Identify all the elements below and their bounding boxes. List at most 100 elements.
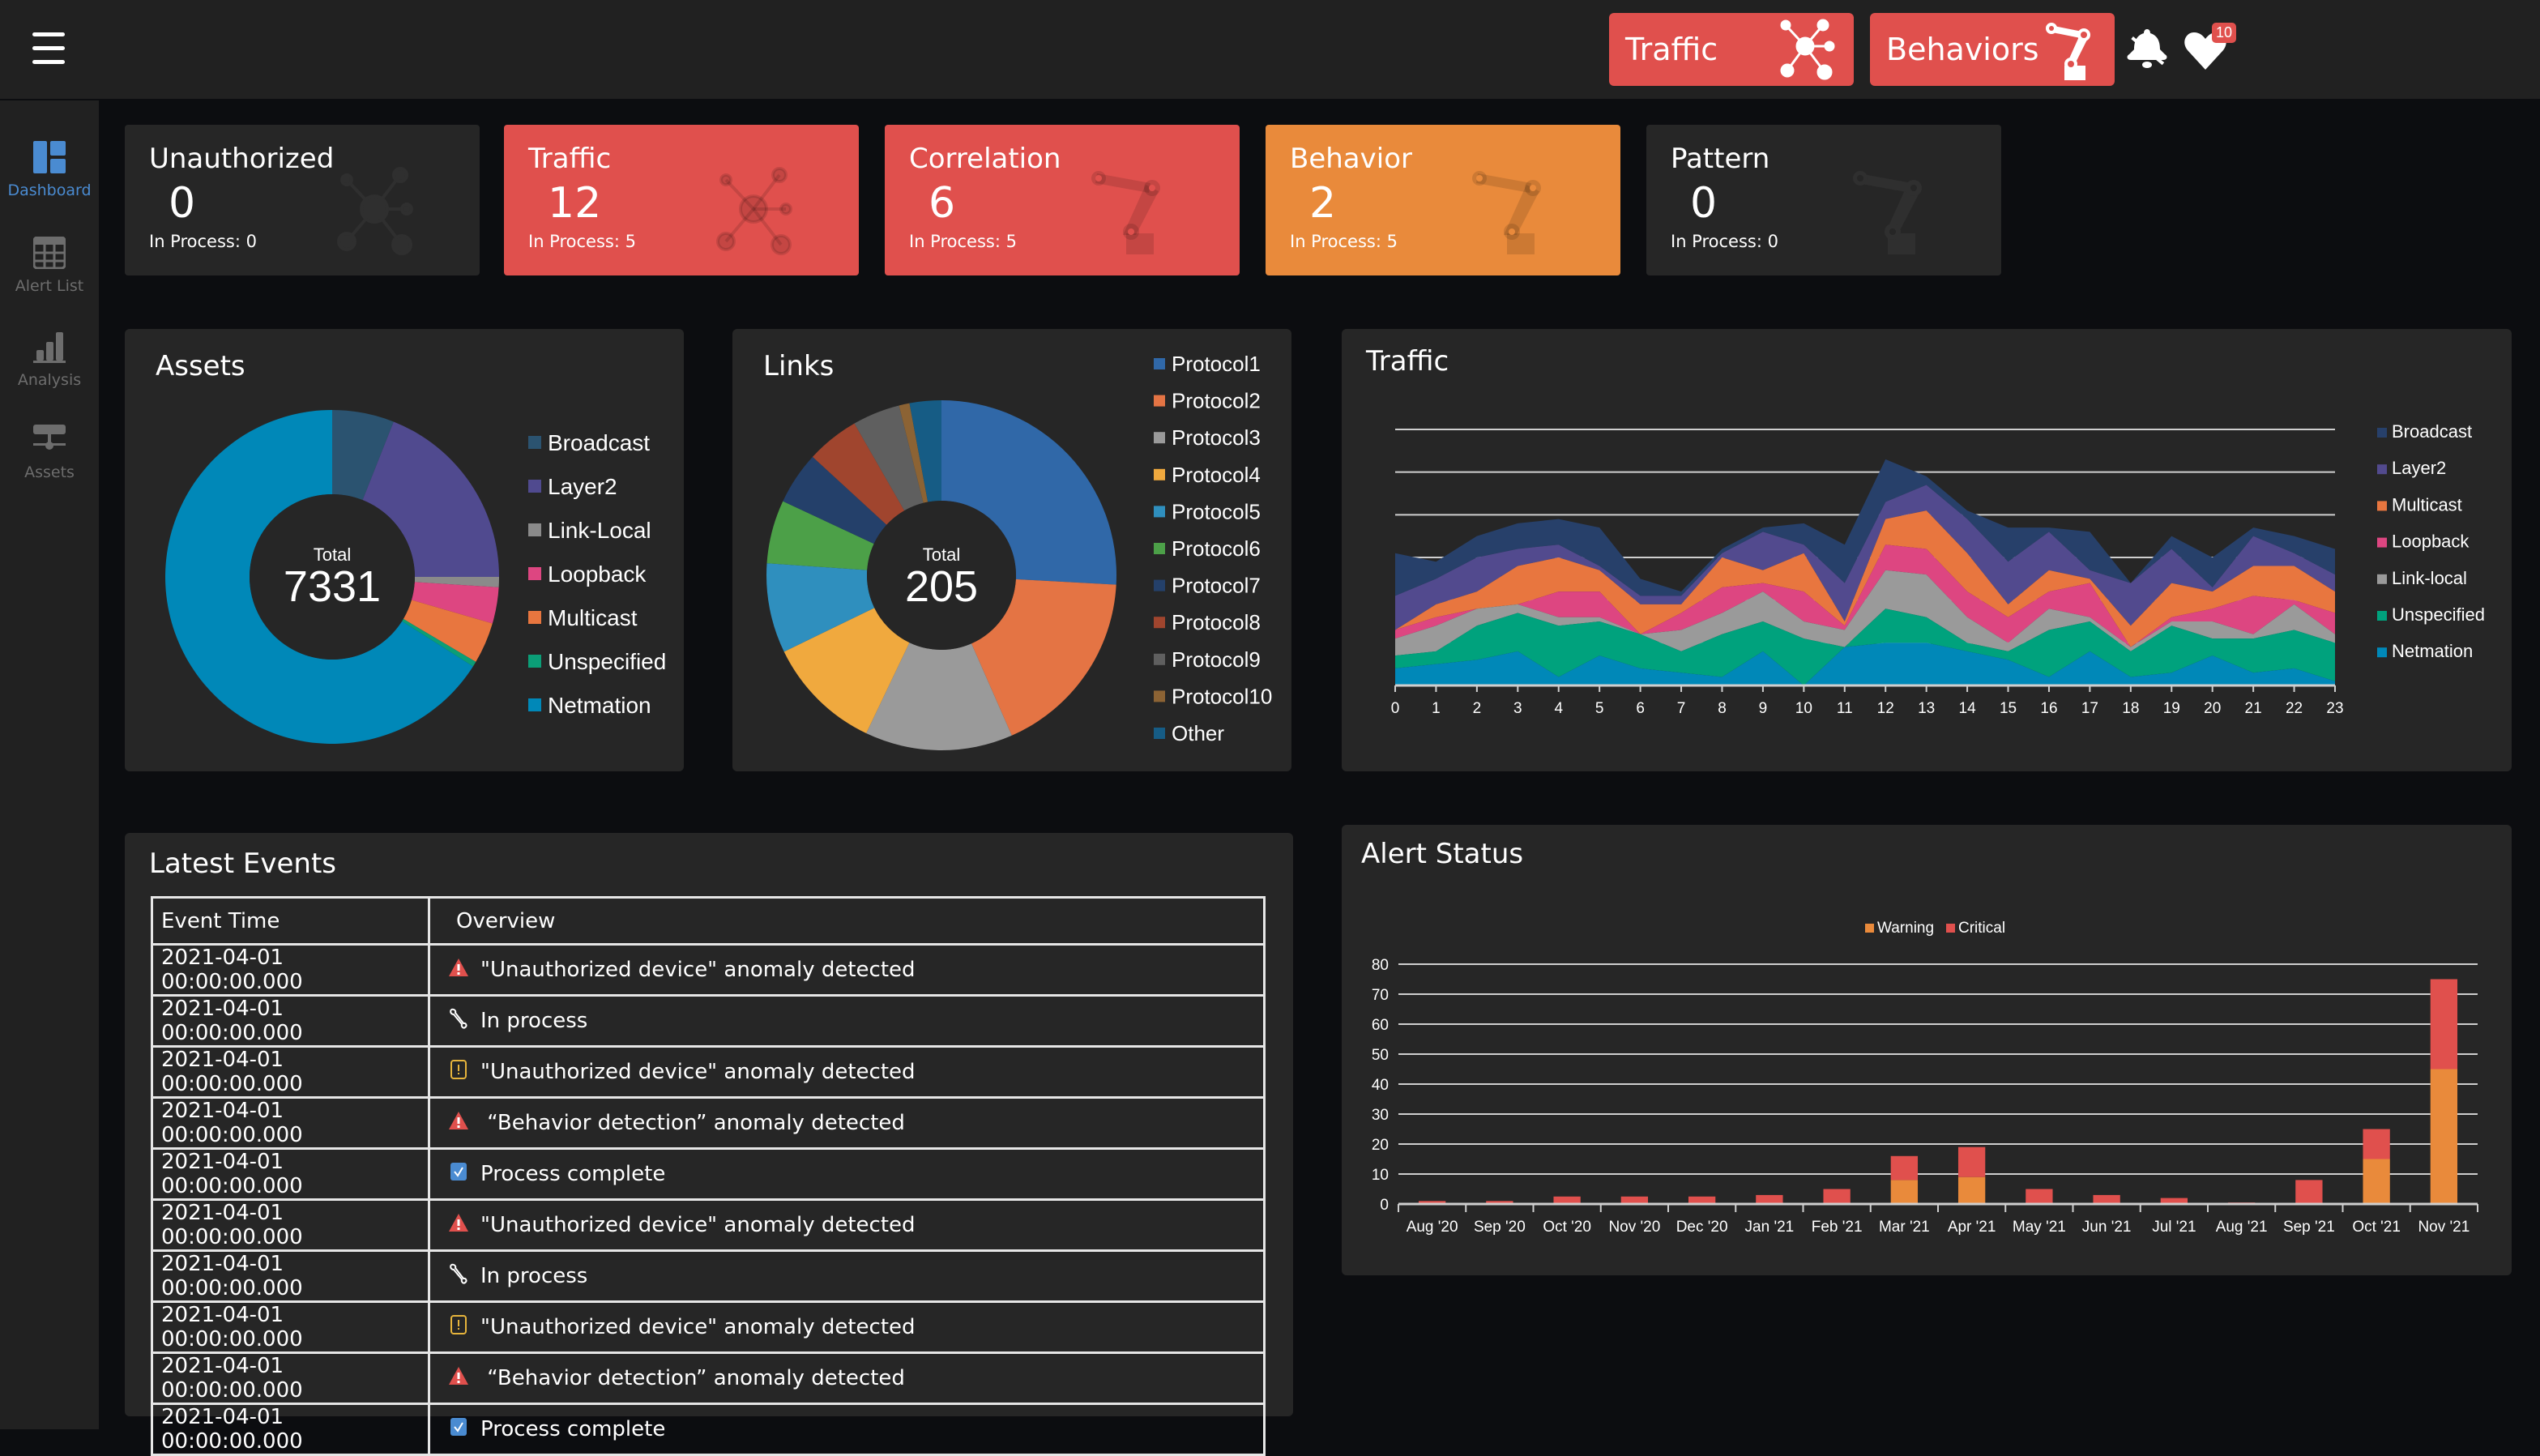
bell-slash-icon[interactable] [2121, 24, 2173, 76]
table-row[interactable]: 2021-04-01 00:00:00.000 "Unauthorized de… [151, 1300, 1266, 1354]
legend-label-unspecified[interactable]: Unspecified [548, 649, 666, 674]
summary-card-pattern[interactable]: Pattern 0 In Process: 0 [1646, 125, 2001, 275]
event-overview: "Unauthorized device" anomaly detected [480, 1059, 916, 1084]
table-row[interactable]: 2021-04-01 00:00:00.000 "Unauthorized de… [151, 943, 1266, 997]
table-row[interactable]: 2021-04-01 00:00:00.000 Process complete [151, 1147, 1266, 1201]
table-row[interactable]: 2021-04-01 00:00:00.000 “Behavior detect… [151, 1096, 1266, 1150]
event-overview: “Behavior detection” anomaly detected [480, 1365, 905, 1390]
bar-critical[interactable] [2363, 1129, 2390, 1159]
x-tick-label: 3 [1513, 700, 1522, 717]
bar-warning[interactable] [2363, 1159, 2390, 1205]
y-tick-label: 40 [1372, 1077, 1389, 1094]
legend-swatch [1154, 690, 1165, 702]
robot-arm-icon [2046, 23, 2090, 80]
bar-critical[interactable] [1823, 1189, 1851, 1205]
bar-critical[interactable] [2430, 979, 2458, 1070]
legend-label-protocol6[interactable]: Protocol6 [1172, 536, 1261, 561]
legend-label-protocol7[interactable]: Protocol7 [1172, 574, 1261, 598]
network-icon [1780, 19, 1835, 80]
x-tick-label: 4 [1554, 700, 1563, 717]
server-network-icon [33, 425, 66, 450]
bar-critical[interactable] [2295, 1180, 2323, 1204]
bar-critical[interactable] [1756, 1194, 1783, 1204]
bar-critical[interactable] [2026, 1189, 2053, 1205]
legend-swatch [528, 611, 541, 624]
legend-label-protocol5[interactable]: Protocol5 [1172, 499, 1261, 523]
x-tick-label: Feb '21 [1812, 1219, 1863, 1236]
behaviors-button[interactable]: Behaviors [1870, 13, 2115, 86]
legend-label-netmation[interactable]: Netmation [548, 693, 651, 718]
legend-label-protocol1[interactable]: Protocol1 [1172, 352, 1261, 376]
legend-label-protocol10[interactable]: Protocol10 [1172, 684, 1272, 708]
legend-label-multicast[interactable]: Multicast [2392, 494, 2462, 515]
x-tick-label: 21 [2245, 700, 2262, 717]
event-time: 2021-04-01 00:00:00.000 [151, 1147, 430, 1201]
legend-label-loopback[interactable]: Loopback [2392, 532, 2470, 552]
legend-label-other[interactable]: Other [1172, 721, 1224, 745]
x-tick-label: 18 [2122, 700, 2139, 717]
bar-critical[interactable] [2093, 1194, 2120, 1204]
table-row[interactable]: 2021-04-01 00:00:00.000 In process [151, 994, 1266, 1048]
table-row[interactable]: 2021-04-01 00:00:00.000 "Unauthorized de… [151, 1045, 1266, 1099]
bar-critical[interactable] [1890, 1155, 1919, 1181]
bar-warning[interactable] [1957, 1176, 1986, 1204]
legend-label-protocol9[interactable]: Protocol9 [1172, 647, 1261, 672]
traffic-panel: Traffic 0 1 2 3 4 5 6 7 8 9 10 11 12 13 14 15 16 17 18 19 20… [1342, 329, 2512, 771]
legend-label-link-local[interactable]: Link-local [2392, 568, 2467, 588]
x-tick-label: 13 [1918, 700, 1935, 717]
legend-label-broadcast[interactable]: Broadcast [2392, 421, 2472, 442]
x-tick-label: Sep '21 [2283, 1219, 2335, 1236]
column-header-overview[interactable]: Overview [428, 896, 1266, 946]
legend-swatch [2377, 428, 2387, 438]
bar-warning[interactable] [2430, 1069, 2458, 1205]
legend-label-netmation[interactable]: Netmation [2392, 641, 2473, 661]
legend-label-layer2[interactable]: Layer2 [548, 474, 617, 499]
legend-swatch [1154, 579, 1165, 591]
legend-label-multicast[interactable]: Multicast [548, 605, 638, 630]
legend-label-critical[interactable]: Critical [1958, 920, 2005, 937]
x-tick-label: Jan '21 [1745, 1219, 1795, 1236]
legend-label-unspecified[interactable]: Unspecified [2392, 604, 2485, 625]
summary-card-traffic[interactable]: Traffic 12 In Process: 5 [504, 125, 859, 275]
legend-swatch [1154, 358, 1165, 369]
y-tick-label: 70 [1372, 987, 1389, 1004]
event-time: 2021-04-01 00:00:00.000 [151, 1096, 430, 1150]
table-header-row: Event Time Overview [151, 896, 1266, 946]
summary-card-unauthorized[interactable]: Unauthorized 0 In Process: 0 [125, 125, 480, 275]
x-tick-label: Dec '20 [1676, 1219, 1728, 1236]
legend-label-loopback[interactable]: Loopback [548, 561, 647, 587]
bar-critical[interactable] [1957, 1146, 1986, 1177]
legend-label-warning[interactable]: Warning [1877, 920, 1934, 937]
table-row[interactable]: 2021-04-01 00:00:00.000 Process complete [151, 1403, 1266, 1456]
legend-swatch [1946, 924, 1955, 933]
robot-arm-icon [1472, 171, 1541, 254]
summary-card-correlation[interactable]: Correlation 6 In Process: 5 [885, 125, 1240, 275]
legend-label-broadcast[interactable]: Broadcast [548, 430, 650, 455]
legend-label-protocol2[interactable]: Protocol2 [1172, 389, 1261, 413]
legend-label-link-local[interactable]: Link-Local [548, 518, 651, 543]
x-tick-label: Aug '21 [2216, 1219, 2268, 1236]
sidebar-item-assets[interactable]: Assets [0, 423, 99, 481]
legend-label-protocol4[interactable]: Protocol4 [1172, 463, 1261, 487]
sidebar-item-alert-list[interactable]: Alert List [0, 237, 99, 295]
notification-badge: 10 [2212, 23, 2237, 43]
table-row[interactable]: 2021-04-01 00:00:00.000 “Behavior detect… [151, 1351, 1266, 1405]
legend-label-layer2[interactable]: Layer2 [2392, 458, 2446, 478]
table-row[interactable]: 2021-04-01 00:00:00.000 "Unauthorized de… [151, 1198, 1266, 1252]
alert-triangle-icon [448, 957, 469, 984]
x-tick-label: Jun '21 [2082, 1219, 2132, 1236]
bar-warning[interactable] [1890, 1180, 1919, 1204]
wrench-icon [448, 1263, 469, 1290]
table-row[interactable]: 2021-04-01 00:00:00.000 In process [151, 1249, 1266, 1303]
summary-card-behavior[interactable]: Behavior 2 In Process: 5 [1266, 125, 1620, 275]
legend-label-protocol8[interactable]: Protocol8 [1172, 610, 1261, 634]
legend-label-protocol3[interactable]: Protocol3 [1172, 425, 1261, 450]
sidebar-item-analysis[interactable]: Analysis [0, 331, 99, 389]
sidebar-item-dashboard[interactable]: Dashboard [0, 141, 99, 199]
hamburger-icon[interactable] [32, 32, 66, 66]
wrench-icon [448, 1008, 469, 1035]
column-header-event-time[interactable]: Event Time [151, 896, 430, 946]
x-tick-label: 12 [1877, 700, 1894, 717]
traffic-button[interactable]: Traffic [1609, 13, 1854, 86]
x-tick-label: 9 [1759, 700, 1768, 717]
